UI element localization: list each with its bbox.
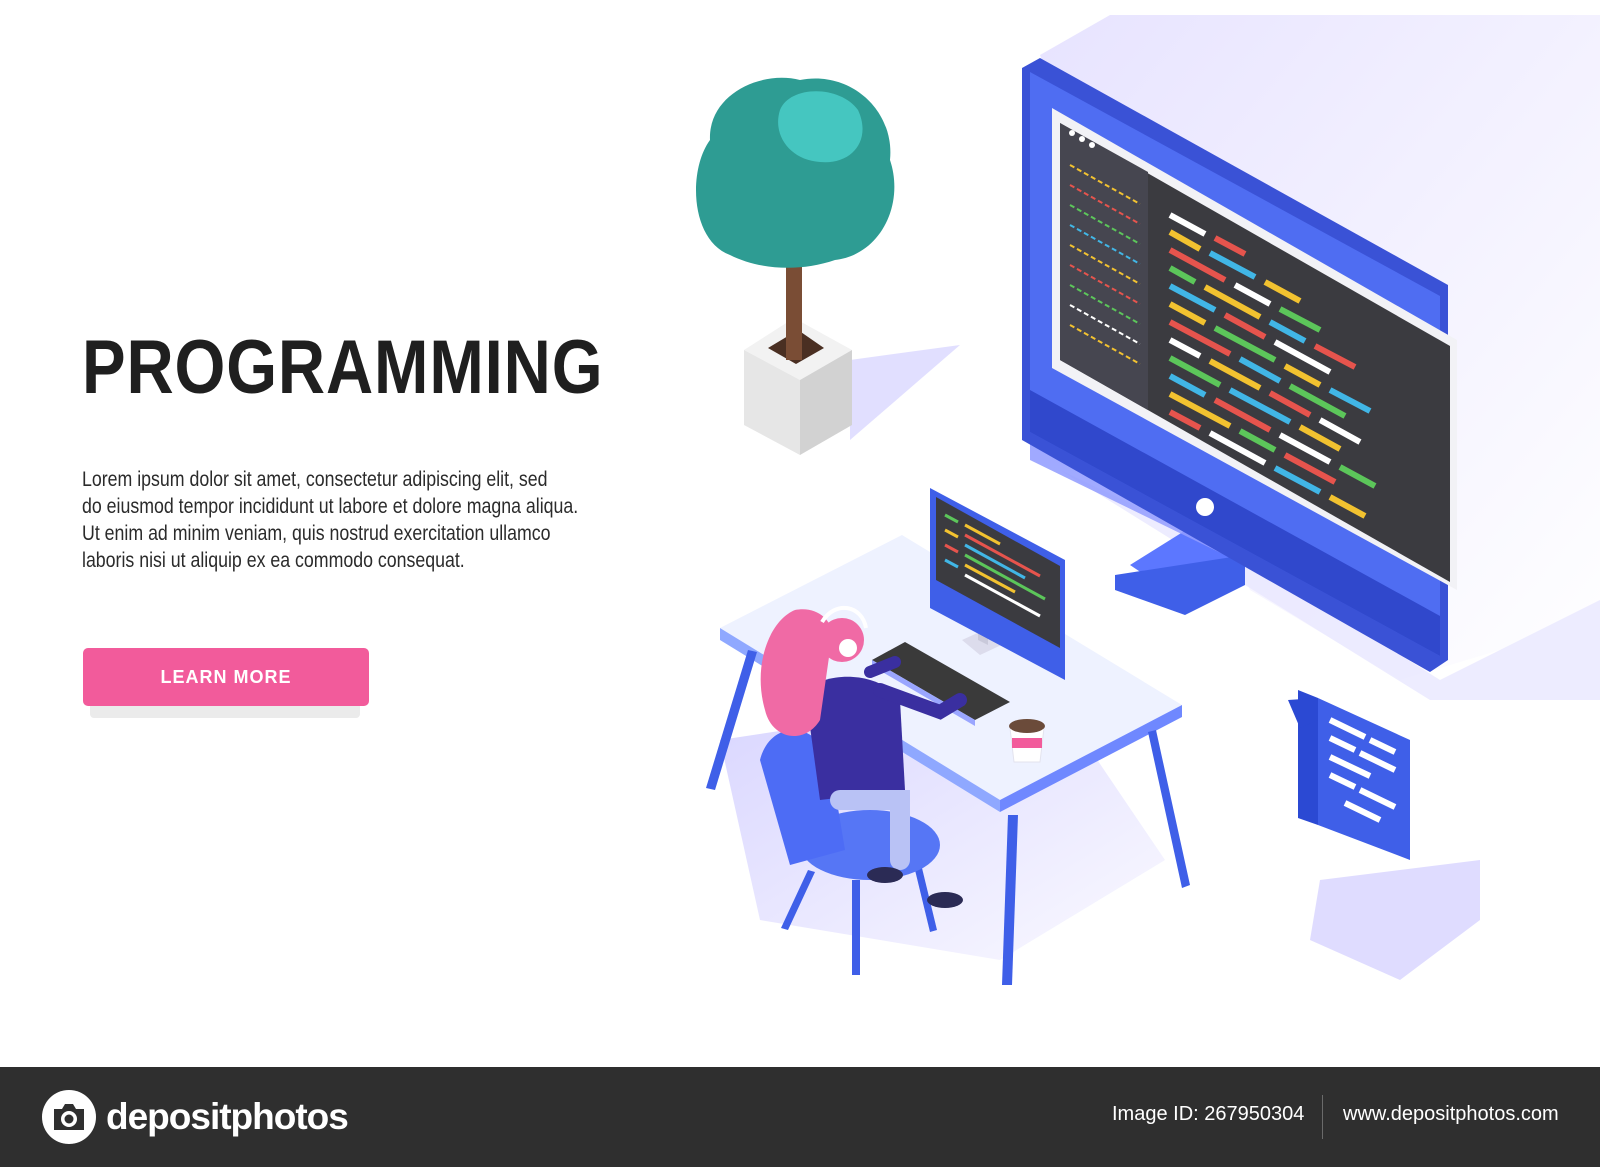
code-chat-bubble-icon (1288, 690, 1480, 980)
potted-tree-icon (696, 77, 960, 455)
description-line: do eiusmod tempor incididunt ut labore e… (82, 495, 579, 518)
brand-name: depositphotos (106, 1096, 349, 1137)
depositphotos-logo[interactable]: depositphotos (40, 1089, 349, 1145)
description-line: Lorem ipsum dolor sit amet, consectetur … (82, 468, 548, 491)
description-line: Ut enim ad minim veniam, quis nostrud ex… (82, 522, 551, 545)
camera-logo-icon (42, 1090, 96, 1144)
learn-more-button[interactable]: LEARN MORE (83, 648, 369, 706)
description-line: laboris nisi ut aliquip ex ea commodo co… (82, 549, 465, 572)
footer-bar: depositphotos Image ID: 267950304 www.de… (0, 1067, 1600, 1167)
page-title: PROGRAMMING (82, 325, 604, 410)
hero-banner: PROGRAMMING Lorem ipsum dolor sit amet, … (0, 0, 1600, 1067)
footer-divider (1322, 1095, 1323, 1139)
coffee-cup-icon (1009, 719, 1045, 763)
site-link[interactable]: www.depositphotos.com (1343, 1103, 1559, 1126)
image-id-text: Image ID: 267950304 (1112, 1103, 1305, 1125)
description-text: Lorem ipsum dolor sit amet, consectetur … (82, 466, 589, 574)
